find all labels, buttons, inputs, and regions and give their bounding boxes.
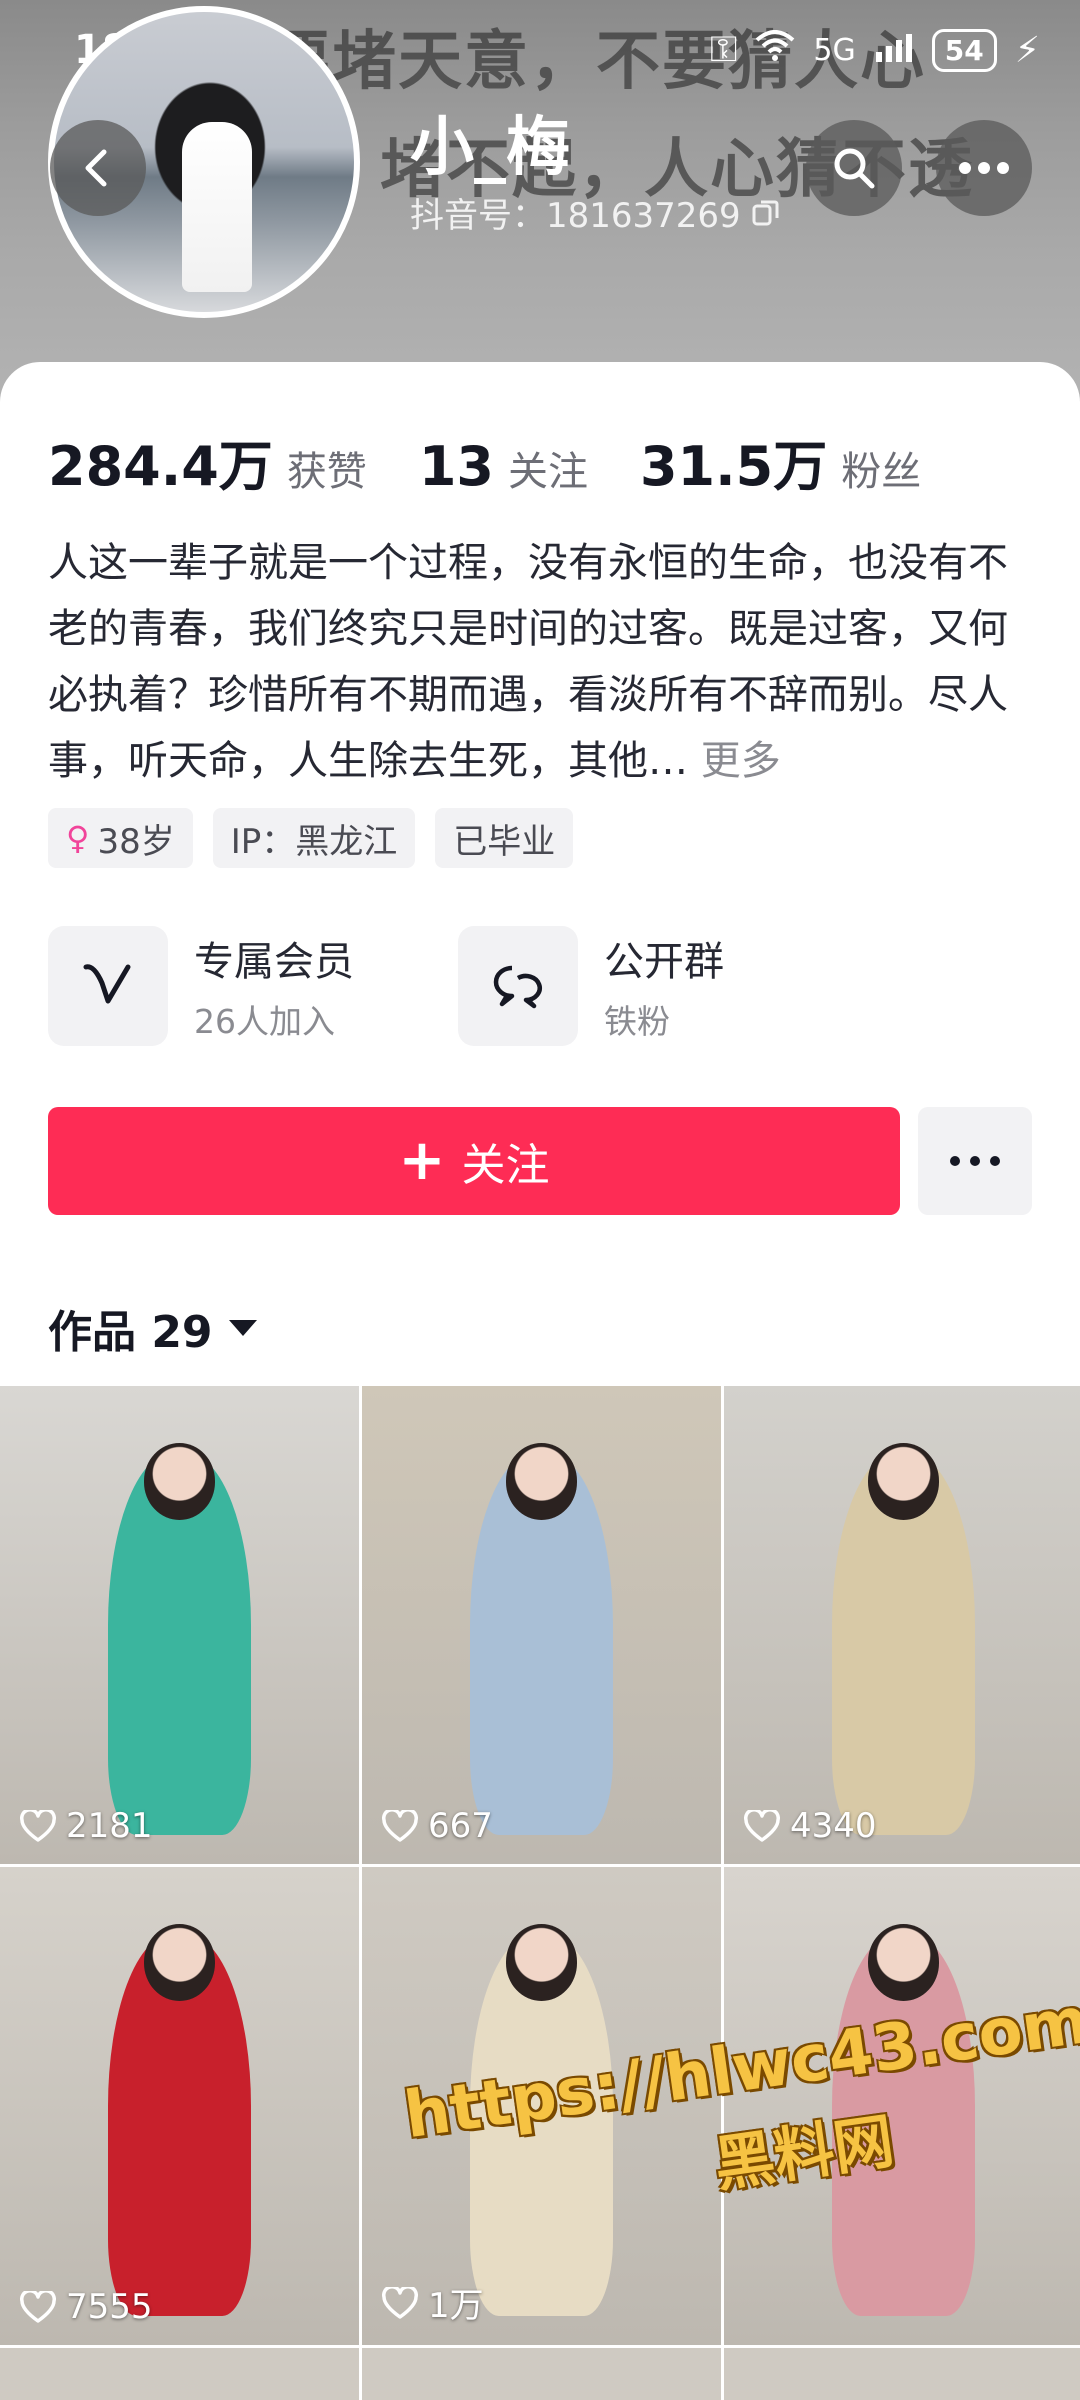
- video-likes-count: 2181: [66, 1806, 153, 1846]
- stat-likes-value: 284.4万: [48, 435, 273, 498]
- signal-icon: [874, 30, 914, 71]
- back-button[interactable]: [50, 120, 146, 216]
- douyin-id-text: 抖音号：181637269: [410, 196, 741, 236]
- key-icon: ⚿: [710, 29, 738, 70]
- stat-following[interactable]: 13 关注: [419, 435, 588, 498]
- battery-indicator: 54: [931, 28, 997, 72]
- profile-username: 小_梅: [410, 111, 570, 185]
- more-options-button[interactable]: [936, 120, 1032, 216]
- group-chat-icon: [458, 926, 578, 1046]
- tag-age: ♀ 38岁: [48, 808, 193, 868]
- heart-icon: [20, 1810, 56, 1842]
- member-title: 专属会员: [194, 939, 354, 985]
- bio-text: 人这一辈子就是一个过程，没有永恒的生命，也没有不老的青春，我们终究只是时间的过客…: [48, 540, 1008, 784]
- chevron-left-icon: [85, 149, 107, 187]
- heart-icon: [20, 2291, 56, 2323]
- video-likes: 667: [382, 1806, 493, 1846]
- video-likes: 7555: [20, 2287, 153, 2327]
- stat-followers[interactable]: 31.5万 粉丝: [640, 422, 921, 501]
- video-likes: 2181: [20, 1806, 153, 1846]
- video-likes: 4340: [744, 1806, 877, 1846]
- caret-down-icon: [228, 1320, 257, 1336]
- video-tile[interactable]: 2181: [0, 1386, 359, 1864]
- copy-icon[interactable]: [751, 198, 781, 228]
- video-thumbnail-head: [505, 1924, 578, 2001]
- video-likes-count: 4340: [790, 1806, 877, 1846]
- follow-label: 关注: [461, 1140, 550, 1191]
- video-tile[interactable]: [362, 2348, 721, 2400]
- stat-following-value: 13: [418, 435, 494, 498]
- status-icons: ⚿ 5G 54 ⚡: [710, 28, 1040, 72]
- video-likes-count: 7555: [66, 2287, 153, 2327]
- video-thumbnail-head: [143, 1924, 216, 2001]
- stat-followers-value: 31.5万: [639, 435, 828, 498]
- video-likes-count: 1万: [428, 2286, 484, 2326]
- works-tab[interactable]: 作品 29: [48, 1296, 257, 1360]
- heart-icon: [382, 2286, 418, 2319]
- video-grid: 2181 667 4340 7555 1万: [0, 1386, 1080, 2400]
- stat-likes-label: 获赞: [286, 449, 367, 495]
- stat-following-label: 关注: [507, 449, 588, 495]
- search-button[interactable]: [806, 120, 902, 216]
- douyin-id[interactable]: 抖音号：181637269: [410, 188, 781, 237]
- charging-icon: ⚡: [1014, 29, 1040, 71]
- tag-age-text: 38岁: [97, 821, 175, 862]
- video-likes: 1万: [382, 2278, 484, 2327]
- member-icon: [48, 926, 168, 1046]
- more-dots-icon: [959, 162, 1009, 174]
- profile-stats: 284.4万 获赞 13 关注 31.5万 粉丝: [48, 422, 973, 501]
- follow-button[interactable]: + 关注: [48, 1107, 900, 1215]
- video-tile[interactable]: [724, 2348, 1080, 2400]
- video-tile[interactable]: 7555: [0, 1867, 359, 2345]
- female-icon: ♀: [66, 819, 90, 857]
- tag-ip: IP：黑龙江: [212, 808, 416, 868]
- group-subtitle: 铁粉: [604, 1002, 670, 1041]
- wifi-icon: [755, 29, 795, 71]
- tag-ip-text: IP：黑龙江: [230, 821, 398, 862]
- video-likes-count: 667: [428, 1806, 493, 1846]
- group-title: 公开群: [604, 939, 724, 985]
- video-tile[interactable]: [0, 2348, 359, 2400]
- exclusive-member-entry[interactable]: 专属会员 26人加入: [48, 926, 458, 1046]
- bio-more-link[interactable]: 更多: [701, 738, 781, 784]
- heart-icon: [382, 1810, 418, 1842]
- profile-tags: ♀ 38岁 IP：黑龙江 已毕业: [48, 808, 574, 868]
- video-thumbnail-head: [867, 1443, 940, 1520]
- tag-school-text: 已毕业: [453, 821, 556, 862]
- video-thumbnail-head: [143, 1443, 216, 1520]
- network-label: 5G: [813, 32, 856, 68]
- follow-more-button[interactable]: [918, 1107, 1032, 1215]
- video-thumbnail-head: [867, 1924, 940, 2001]
- heart-icon: [744, 1810, 780, 1842]
- public-group-entry[interactable]: 公开群 铁粉: [458, 926, 868, 1046]
- feature-entries: 专属会员 26人加入 公开群 铁粉: [48, 926, 868, 1046]
- stat-likes[interactable]: 284.4万 获赞: [48, 422, 367, 501]
- member-subtitle: 26人加入: [194, 1002, 335, 1041]
- video-tile[interactable]: 667: [362, 1386, 721, 1864]
- works-tab-label: 作品 29: [48, 1307, 213, 1358]
- video-thumbnail-head: [505, 1443, 578, 1520]
- more-dots-icon: [950, 1156, 1000, 1166]
- plus-icon: +: [398, 1128, 446, 1193]
- profile-bio[interactable]: 人这一辈子就是一个过程，没有永恒的生命，也没有不老的青春，我们终究只是时间的过客…: [48, 530, 1038, 794]
- profile-card: 284.4万 获赞 13 关注 31.5万 粉丝 人这一辈子就是一个过程，没有永…: [0, 362, 1080, 1382]
- tag-school: 已毕业: [435, 808, 574, 868]
- video-tile[interactable]: 4340: [724, 1386, 1080, 1864]
- search-icon: [834, 148, 875, 189]
- avatar-figure: [182, 122, 252, 292]
- stat-followers-label: 粉丝: [841, 449, 922, 495]
